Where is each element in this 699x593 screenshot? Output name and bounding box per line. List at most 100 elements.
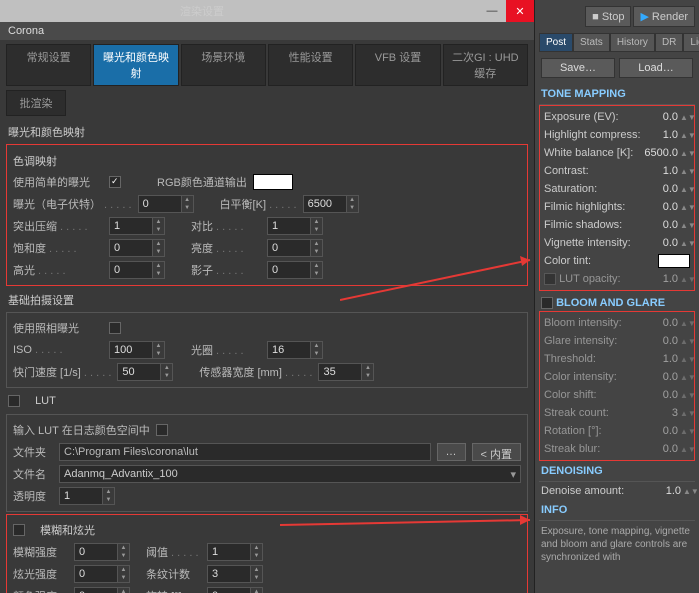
info-text: Exposure, tone mapping, vignette and blo… — [539, 521, 695, 568]
tab-history[interactable]: History — [610, 33, 655, 52]
spinner-icon[interactable]: ▲▼ — [680, 375, 690, 380]
lut-path-field[interactable]: C:\Program Files\corona\lut — [59, 443, 431, 461]
spinner-icon[interactable]: ▲▼ — [680, 447, 690, 452]
exposure-spinner[interactable]: 0▲▼ — [138, 195, 194, 213]
iso-spinner[interactable]: 100▲▼ — [109, 341, 165, 359]
tab-vfb[interactable]: VFB 设置 — [355, 44, 440, 86]
spinner-icon[interactable]: ▲▼ — [683, 489, 693, 494]
r-tint-swatch[interactable] — [658, 254, 690, 268]
rollout-header[interactable]: Corona — [0, 22, 534, 40]
stop-button[interactable]: ■Stop — [585, 6, 631, 27]
lut-opacity-spinner[interactable]: 1▲▼ — [59, 487, 115, 505]
sensor-spinner[interactable]: 35▲▼ — [318, 363, 374, 381]
compress-label: 突出压缩 — [13, 218, 103, 234]
spinner-icon[interactable]: ▲▼ — [680, 321, 690, 326]
spinner-icon[interactable]: ▲▼ — [680, 393, 690, 398]
r-th-val[interactable]: 1.0 — [642, 353, 680, 365]
lut-name-combo[interactable]: Adanmq_Advantix_100▾ — [59, 465, 521, 483]
tab-post[interactable]: Post — [539, 33, 573, 52]
sensor-label: 传感器宽度 [mm] — [199, 364, 312, 380]
r-lut-label: LUT opacity: — [559, 273, 642, 285]
r-bi-val[interactable]: 0.0 — [642, 317, 680, 329]
r-sc-val[interactable]: 3 — [642, 407, 680, 419]
r-wb-label: White balance [K]: — [544, 147, 642, 159]
bloom-check[interactable] — [13, 524, 25, 536]
bloom-title: 模糊和炫光 — [40, 522, 95, 538]
spinner-icon[interactable]: ▲▼ — [680, 115, 690, 120]
simple-exposure-label: 使用简单的曝光 — [13, 174, 103, 190]
minimize-button[interactable]: — — [478, 0, 506, 22]
spinner-icon[interactable]: ▲▼ — [680, 429, 690, 434]
close-button[interactable]: ✕ — [506, 0, 534, 22]
subtab-batch[interactable]: 批渲染 — [6, 90, 66, 116]
basic-group: 使用照相曝光 ISO 100▲▼ 光圈 16▲▼ 快门速度 [1/s] 50▲▼… — [6, 312, 528, 388]
spinner-icon[interactable]: ▲▼ — [680, 357, 690, 362]
r-cs-val[interactable]: 0.0 — [642, 389, 680, 401]
tab-lightmix[interactable]: LightMix — [683, 33, 699, 52]
glare-i-spinner[interactable]: 0▲▼ — [74, 565, 130, 583]
r-ci-val[interactable]: 0.0 — [642, 371, 680, 383]
lut-input-check[interactable] — [156, 424, 168, 436]
rot-spinner[interactable]: 0▲▼ — [207, 587, 263, 593]
tab-general[interactable]: 常规设置 — [6, 44, 91, 86]
r-fsh-label: Filmic shadows: — [544, 219, 642, 231]
r-contrast-val[interactable]: 1.0 — [642, 165, 680, 177]
r-bloom-check[interactable] — [541, 297, 553, 309]
lut-input-label: 输入 LUT 在日志颜色空间中 — [13, 422, 150, 438]
rgb-swatch[interactable] — [253, 174, 293, 190]
r-fhi-val[interactable]: 0.0 — [642, 201, 680, 213]
spinner-icon[interactable]: ▲▼ — [680, 411, 690, 416]
spinner-icon[interactable]: ▲▼ — [680, 151, 690, 156]
tab-tone[interactable]: 曝光和颜色映射 — [93, 44, 178, 86]
spinner-icon[interactable]: ▲▼ — [680, 339, 690, 344]
shadow-spinner[interactable]: 0▲▼ — [267, 261, 323, 279]
sat-spinner[interactable]: 0▲▼ — [109, 239, 165, 257]
r-sat-val[interactable]: 0.0 — [642, 183, 680, 195]
simple-exposure-check[interactable] — [109, 176, 121, 188]
spinner-icon[interactable]: ▲▼ — [680, 169, 690, 174]
streak-spinner[interactable]: 3▲▼ — [207, 565, 263, 583]
tab-scene[interactable]: 场景环境 — [181, 44, 266, 86]
r-gi-label: Glare intensity: — [544, 335, 642, 347]
r-sb-val[interactable]: 0.0 — [642, 443, 680, 455]
spinner-icon[interactable]: ▲▼ — [680, 133, 690, 138]
contrast-spinner[interactable]: 1▲▼ — [267, 217, 323, 235]
r-lut-check[interactable] — [544, 273, 556, 285]
use-photo-check[interactable] — [109, 322, 121, 334]
bright-spinner[interactable]: 0▲▼ — [267, 239, 323, 257]
glare-i-label: 炫光强度 — [13, 566, 68, 582]
tab-perf[interactable]: 性能设置 — [268, 44, 353, 86]
thresh-spinner[interactable]: 1▲▼ — [207, 543, 263, 561]
r-lut-val[interactable]: 1.0 — [642, 273, 680, 285]
r-gi-val[interactable]: 0.0 — [642, 335, 680, 347]
spinner-icon[interactable]: ▲▼ — [680, 241, 690, 246]
r-rot-val[interactable]: 0.0 — [642, 425, 680, 437]
r-vig-val[interactable]: 0.0 — [642, 237, 680, 249]
wb-spinner[interactable]: 6500▲▼ — [303, 195, 359, 213]
spinner-icon[interactable]: ▲▼ — [680, 205, 690, 210]
compress-spinner[interactable]: 1▲▼ — [109, 217, 165, 235]
render-button[interactable]: ▶Render — [633, 6, 695, 27]
load-button[interactable]: Load… — [619, 58, 693, 78]
tab-gi[interactable]: 二次GI : UHD缓存 — [443, 44, 528, 86]
fstop-spinner[interactable]: 16▲▼ — [267, 341, 323, 359]
spinner-icon[interactable]: ▲▼ — [680, 187, 690, 192]
tab-stats[interactable]: Stats — [573, 33, 610, 52]
r-fsh-val[interactable]: 0.0 — [642, 219, 680, 231]
lut-home-button[interactable]: < 内置 — [472, 443, 521, 461]
streak-label: 条纹计数 — [146, 566, 201, 582]
color-i-spinner[interactable]: 0▲▼ — [74, 587, 130, 593]
r-exposure-val[interactable]: 0.0 — [642, 111, 680, 123]
save-button[interactable]: Save… — [541, 58, 615, 78]
spinner-icon[interactable]: ▲▼ — [680, 277, 690, 282]
tab-dr[interactable]: DR — [655, 33, 683, 52]
lut-check[interactable] — [8, 395, 20, 407]
r-wb-val[interactable]: 6500.0 — [642, 147, 680, 159]
lut-browse-button[interactable]: … — [437, 443, 466, 461]
shutter-spinner[interactable]: 50▲▼ — [117, 363, 173, 381]
spinner-icon[interactable]: ▲▼ — [680, 223, 690, 228]
r-den-val[interactable]: 1.0 — [645, 485, 683, 497]
highlight-spinner[interactable]: 0▲▼ — [109, 261, 165, 279]
bloom-i-spinner[interactable]: 0▲▼ — [74, 543, 130, 561]
r-hcomp-val[interactable]: 1.0 — [642, 129, 680, 141]
